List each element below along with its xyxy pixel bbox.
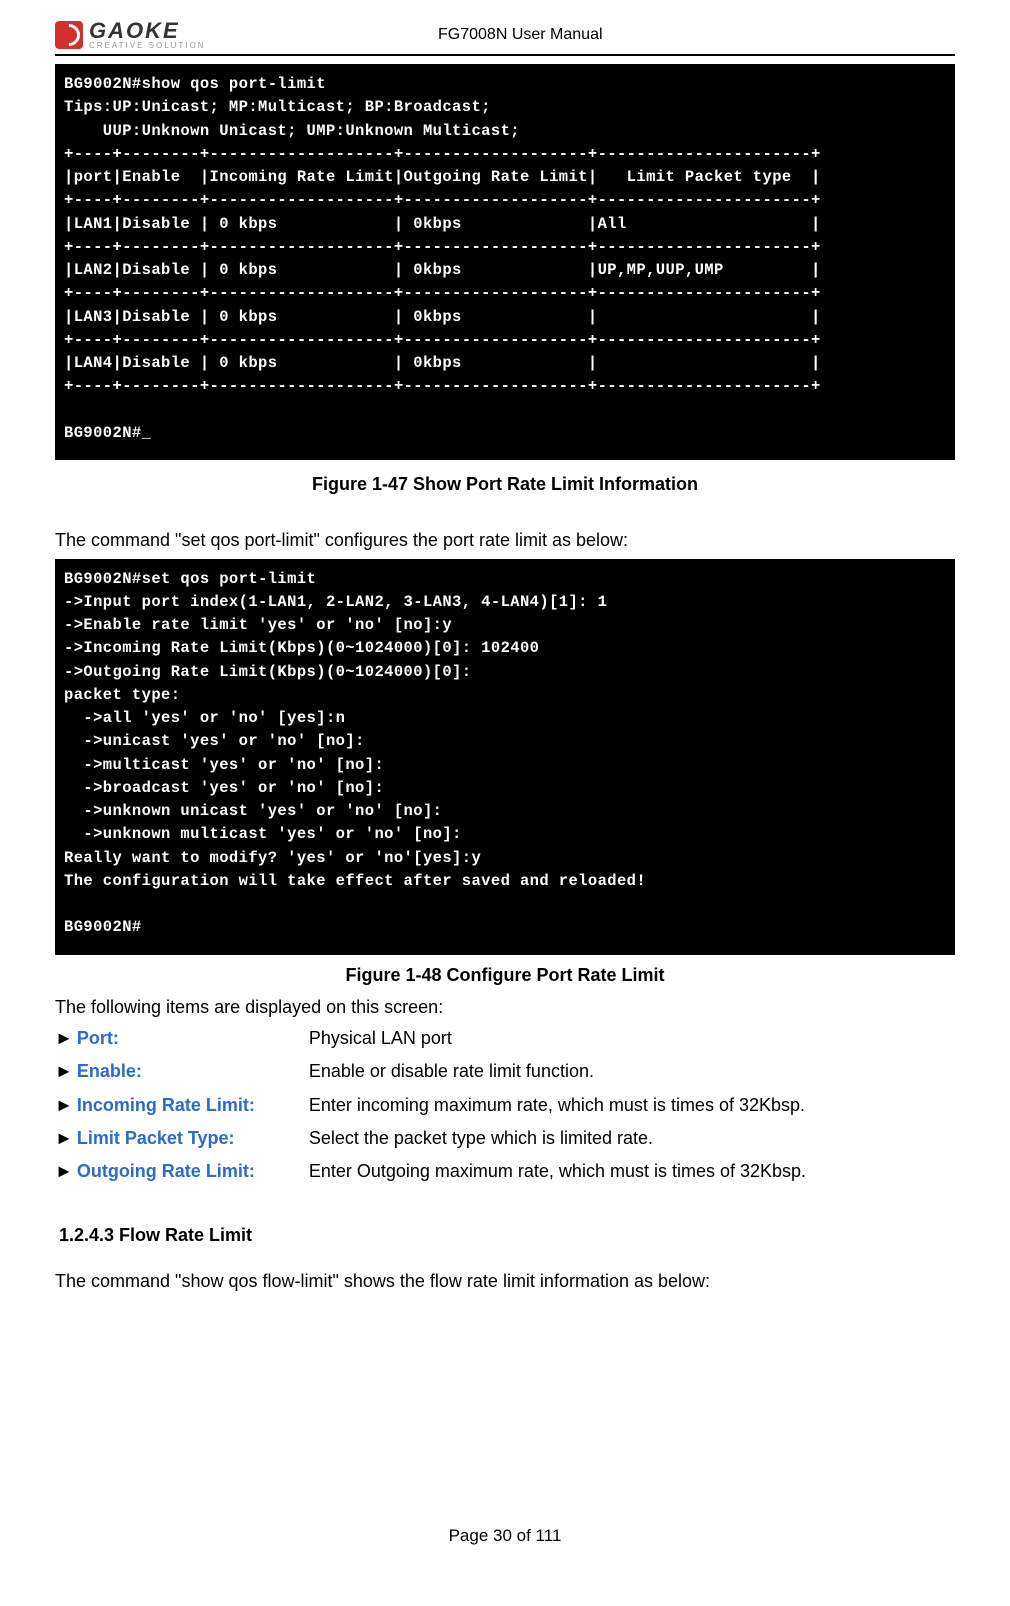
logo-icon xyxy=(55,21,83,49)
figure-caption-1: Figure 1-47 Show Port Rate Limit Informa… xyxy=(55,474,955,495)
intro-text-2: The command "show qos flow-limit" shows … xyxy=(55,1266,955,1297)
param-row-enable: ► Enable: Enable or disable rate limit f… xyxy=(55,1055,955,1088)
bullet-icon: ► xyxy=(55,1022,73,1055)
figure-caption-2: Figure 1-48 Configure Port Rate Limit xyxy=(55,965,955,986)
items-intro: The following items are displayed on thi… xyxy=(55,992,955,1023)
param-desc: Physical LAN port xyxy=(309,1022,452,1055)
page-footer: Page 30 of 111 xyxy=(55,1526,955,1546)
bullet-icon: ► xyxy=(55,1155,73,1188)
logo-text: GAOKE xyxy=(89,20,206,42)
param-desc: Enable or disable rate limit function. xyxy=(309,1055,594,1088)
section-heading: 1.2.4.3 Flow Rate Limit xyxy=(55,1225,955,1246)
param-label: Port: xyxy=(77,1022,309,1055)
page-container: GAOKE CREATIVE SOLUTION FG7008N User Man… xyxy=(0,0,1010,1566)
page-header: GAOKE CREATIVE SOLUTION FG7008N User Man… xyxy=(55,20,955,54)
param-label: Limit Packet Type: xyxy=(77,1122,309,1155)
param-label: Incoming Rate Limit: xyxy=(77,1089,309,1122)
param-desc: Enter Outgoing maximum rate, which must … xyxy=(309,1155,806,1188)
param-row-limit-packet-type: ► Limit Packet Type: Select the packet t… xyxy=(55,1122,955,1155)
document-title: FG7008N User Manual xyxy=(206,26,835,44)
logo-subtitle: CREATIVE SOLUTION xyxy=(89,42,206,50)
terminal-output-2: BG9002N#set qos port-limit ->Input port … xyxy=(55,559,955,955)
param-row-incoming-rate-limit: ► Incoming Rate Limit: Enter incoming ma… xyxy=(55,1089,955,1122)
param-row-outgoing-rate-limit: ► Outgoing Rate Limit: Enter Outgoing ma… xyxy=(55,1155,955,1188)
logo: GAOKE CREATIVE SOLUTION xyxy=(55,20,206,50)
bullet-icon: ► xyxy=(55,1122,73,1155)
param-desc: Enter incoming maximum rate, which must … xyxy=(309,1089,805,1122)
param-label: Outgoing Rate Limit: xyxy=(77,1155,309,1188)
header-divider xyxy=(55,54,955,56)
intro-text-1: The command "set qos port-limit" configu… xyxy=(55,525,955,556)
param-label: Enable: xyxy=(77,1055,309,1088)
terminal-output-1: BG9002N#show qos port-limit Tips:UP:Unic… xyxy=(55,64,955,460)
logo-text-block: GAOKE CREATIVE SOLUTION xyxy=(89,20,206,50)
param-desc: Select the packet type which is limited … xyxy=(309,1122,653,1155)
param-row-port: ► Port: Physical LAN port xyxy=(55,1022,955,1055)
bullet-icon: ► xyxy=(55,1055,73,1088)
bullet-icon: ► xyxy=(55,1089,73,1122)
